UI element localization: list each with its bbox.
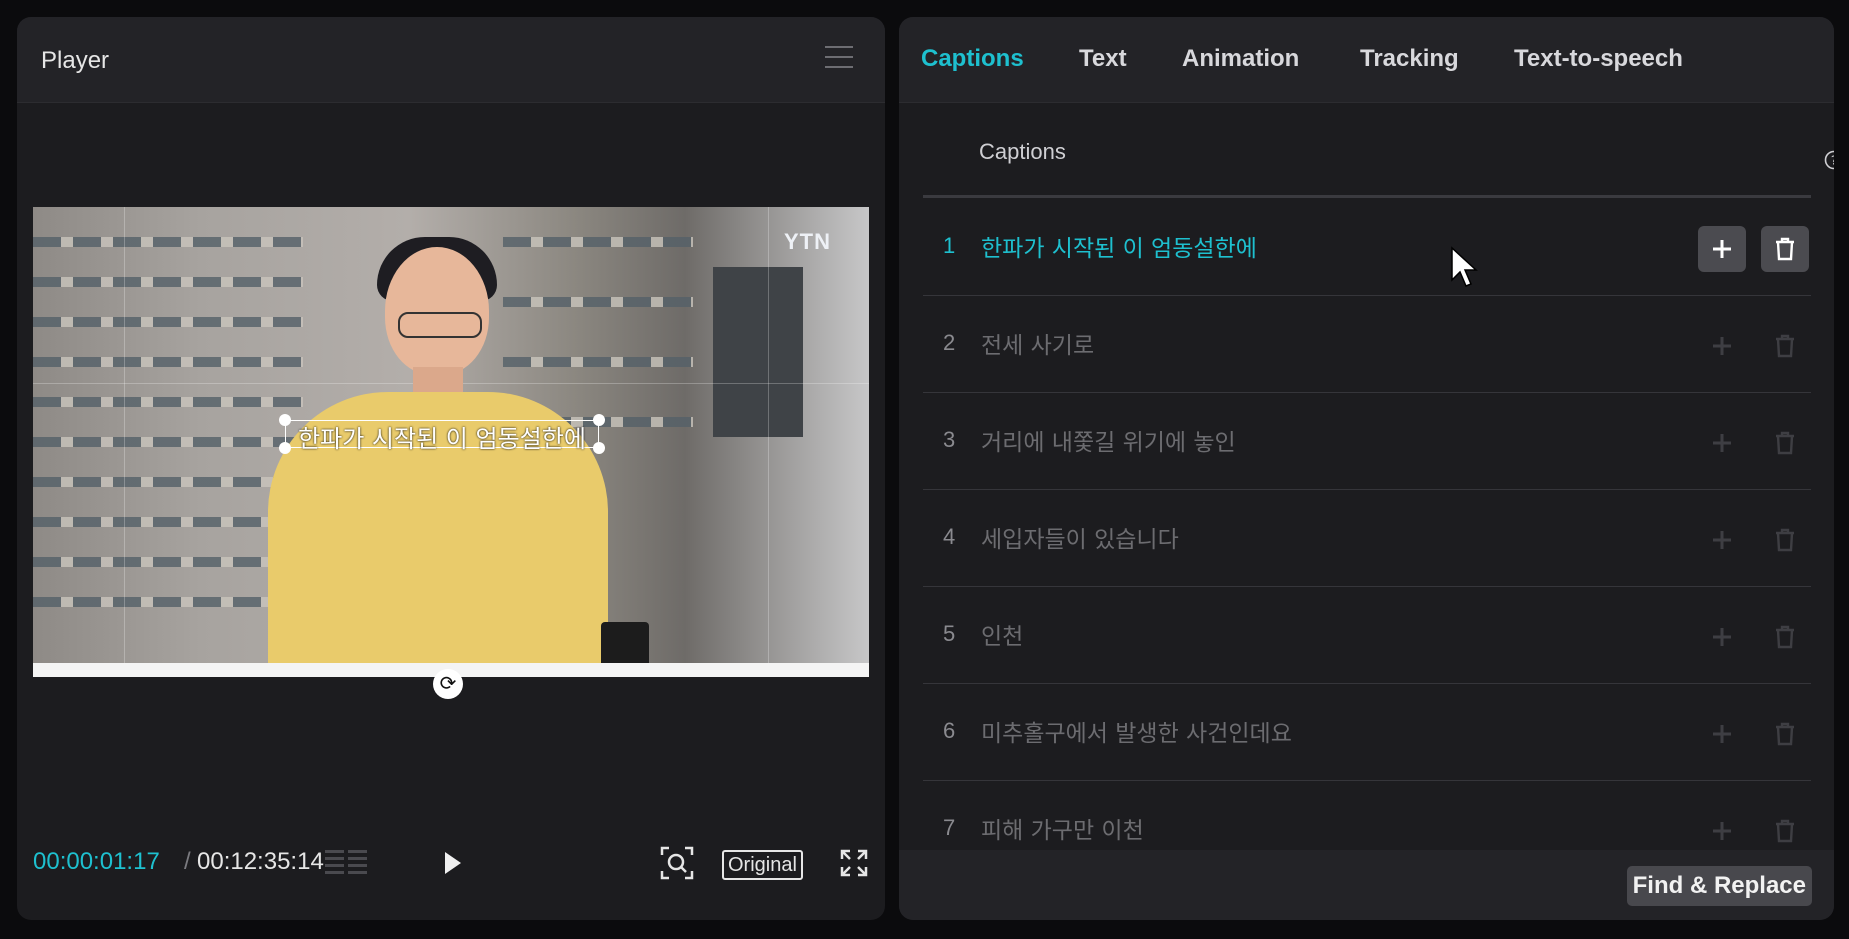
- building-window: [713, 267, 803, 437]
- plus-icon: [1713, 725, 1731, 743]
- plus-icon: [1713, 531, 1731, 549]
- svg-text:?: ?: [1831, 154, 1834, 168]
- delete-caption-button[interactable]: [1761, 711, 1809, 757]
- add-caption-button[interactable]: [1698, 226, 1746, 272]
- add-caption-button[interactable]: [1698, 711, 1746, 757]
- trash-icon: [1776, 431, 1794, 455]
- subtitle-overlay-text: 한파가 시작된 이 엄동설한에: [298, 425, 586, 453]
- frames-icon[interactable]: [325, 850, 367, 878]
- subtitle-selection-box[interactable]: 한파가 시작된 이 엄동설한에: [279, 414, 605, 454]
- caption-list: 1 한파가 시작된 이 엄동설한에 2 전세 사기로 3 거리에 내쫓길 위기에…: [923, 199, 1811, 854]
- caption-index: 4: [943, 524, 956, 549]
- add-caption-button[interactable]: [1698, 614, 1746, 660]
- tab-captions[interactable]: Captions: [921, 45, 1024, 73]
- play-button[interactable]: [437, 848, 467, 878]
- caption-index: 3: [943, 427, 956, 452]
- caption-row[interactable]: 1 한파가 시작된 이 엄동설한에: [923, 199, 1811, 296]
- delete-caption-button[interactable]: [1761, 614, 1809, 660]
- caption-text[interactable]: 인천: [981, 617, 1023, 651]
- caption-index: 7: [943, 815, 956, 840]
- rotate-icon[interactable]: ⟳: [433, 669, 463, 699]
- caption-row[interactable]: 2 전세 사기로: [923, 296, 1811, 393]
- original-ratio-button[interactable]: Original: [722, 850, 803, 880]
- help-icon[interactable]: ?: [1824, 150, 1834, 170]
- caption-index: 1: [943, 233, 956, 258]
- player-title: Player: [41, 47, 110, 74]
- tab-text-to-speech[interactable]: Text-to-speech: [1514, 45, 1683, 73]
- caption-index: 2: [943, 330, 956, 355]
- resize-handle[interactable]: [593, 414, 605, 426]
- player-controls: 00:00:01:17 / 00:12:35:14 Original: [17, 810, 885, 920]
- add-caption-button[interactable]: [1698, 420, 1746, 466]
- timecode-separator: /: [184, 848, 191, 875]
- tab-tracking[interactable]: Tracking: [1360, 45, 1459, 73]
- resize-handle[interactable]: [279, 442, 291, 454]
- caption-row[interactable]: 4 세입자들이 있습니다: [923, 490, 1811, 587]
- trash-icon: [1776, 819, 1794, 843]
- mouse-cursor-icon: [1451, 246, 1478, 287]
- caption-text[interactable]: 전세 사기로: [981, 326, 1094, 360]
- plus-icon: [1713, 337, 1731, 355]
- add-caption-button[interactable]: [1698, 323, 1746, 369]
- captions-footer: Find & Replace: [899, 850, 1834, 920]
- delete-caption-button[interactable]: [1761, 323, 1809, 369]
- caption-index: 6: [943, 718, 956, 743]
- channel-logo: YTN: [784, 229, 831, 254]
- plus-icon: [1713, 240, 1731, 258]
- menu-icon[interactable]: [825, 46, 853, 68]
- trash-icon: [1776, 625, 1794, 649]
- caption-row[interactable]: 3 거리에 내쫓길 위기에 놓인: [923, 393, 1811, 490]
- plus-icon: [1713, 822, 1731, 840]
- tab-bar: Captions Text Animation Tracking Text-to…: [899, 17, 1834, 103]
- delete-caption-button[interactable]: [1761, 226, 1809, 272]
- zoom-fit-icon[interactable]: [660, 846, 694, 880]
- caption-row[interactable]: 6 미추홀구에서 발생한 사건인데요: [923, 684, 1811, 781]
- caption-text[interactable]: 세입자들이 있습니다: [981, 520, 1179, 554]
- trash-icon: [1776, 722, 1794, 746]
- captions-panel: Captions Text Animation Tracking Text-to…: [899, 17, 1834, 920]
- tab-text[interactable]: Text: [1079, 45, 1127, 73]
- caption-text[interactable]: 거리에 내쫓길 위기에 놓인: [981, 423, 1236, 457]
- delete-caption-button[interactable]: [1761, 808, 1809, 854]
- section-title: Captions: [979, 139, 1066, 164]
- caption-row[interactable]: 7 피해 가구만 이천: [923, 781, 1811, 854]
- caption-text[interactable]: 미추홀구에서 발생한 사건인데요: [981, 714, 1292, 748]
- trash-icon: [1776, 237, 1794, 261]
- tab-animation[interactable]: Animation: [1182, 45, 1299, 73]
- player-panel: Player YTN 한파가 시작된 이 엄동설한에 ⟳ 00:00:01:17…: [17, 17, 885, 920]
- building-left: [33, 207, 303, 677]
- section-divider: [923, 195, 1811, 198]
- current-timecode: 00:00:01:17: [33, 848, 160, 875]
- caption-text[interactable]: 한파가 시작된 이 엄동설한에: [981, 229, 1257, 263]
- find-replace-button[interactable]: Find & Replace: [1626, 866, 1812, 906]
- anchor-glasses: [398, 312, 482, 338]
- resize-handle[interactable]: [279, 414, 291, 426]
- player-header: Player: [17, 17, 885, 103]
- add-caption-button[interactable]: [1698, 517, 1746, 563]
- anchor-face: [385, 247, 489, 375]
- caption-row[interactable]: 5 인천: [923, 587, 1811, 684]
- trash-icon: [1776, 528, 1794, 552]
- play-icon: [445, 852, 461, 874]
- trash-icon: [1776, 334, 1794, 358]
- add-caption-button[interactable]: [1698, 808, 1746, 854]
- fullscreen-icon[interactable]: [840, 849, 868, 877]
- delete-caption-button[interactable]: [1761, 420, 1809, 466]
- caption-text[interactable]: 피해 가구만 이천: [981, 811, 1144, 845]
- plus-icon: [1713, 434, 1731, 452]
- caption-index: 5: [943, 621, 956, 646]
- resize-handle[interactable]: [593, 442, 605, 454]
- total-timecode: 00:12:35:14: [197, 848, 324, 875]
- delete-caption-button[interactable]: [1761, 517, 1809, 563]
- plus-icon: [1713, 628, 1731, 646]
